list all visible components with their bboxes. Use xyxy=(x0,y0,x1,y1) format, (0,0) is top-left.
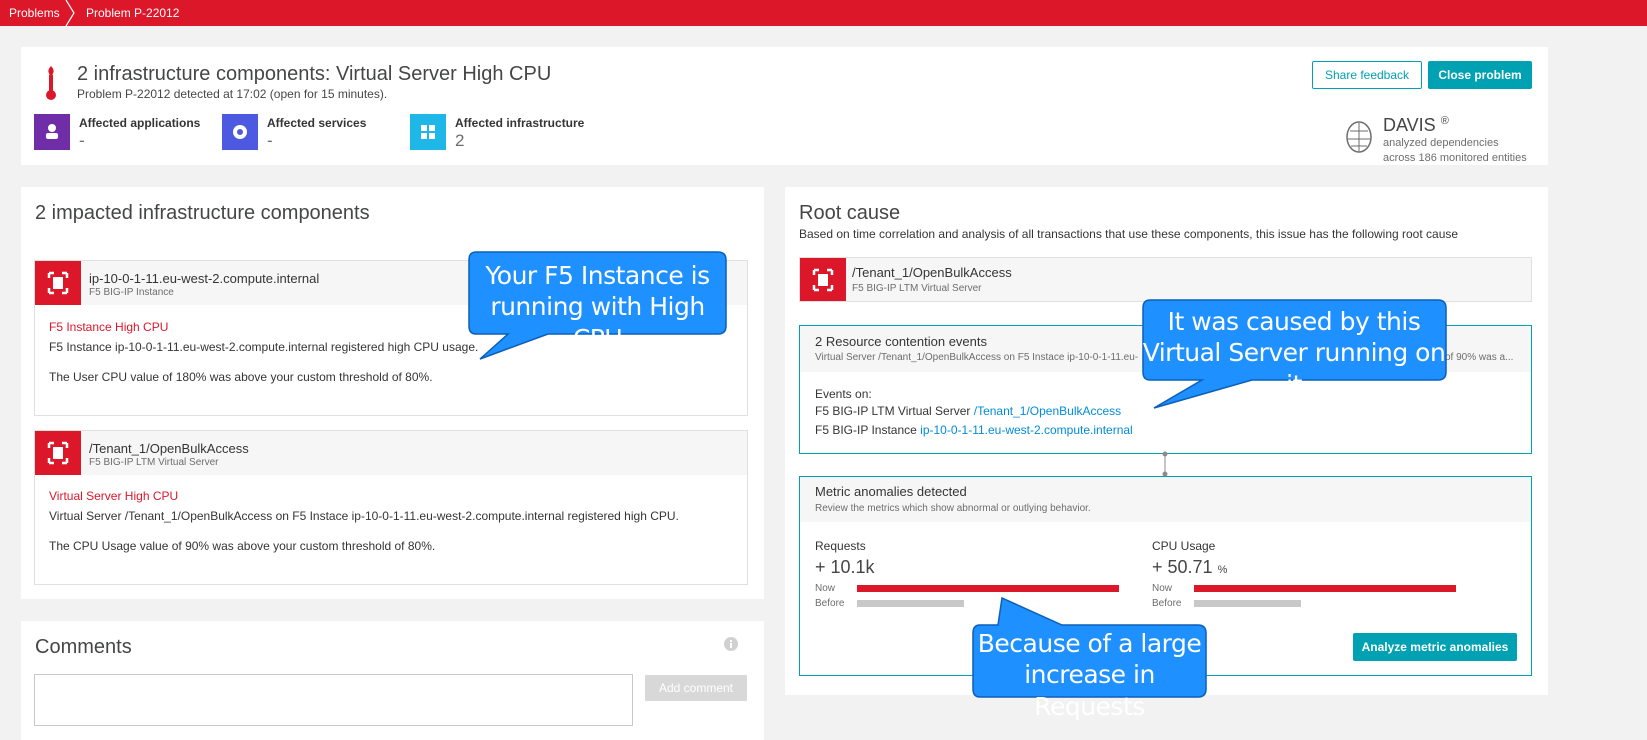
affected-infrastructure-value: 2 xyxy=(455,131,465,150)
breadcrumb: Problems Problem P-22012 xyxy=(0,0,1647,26)
root-cause-description: Based on time correlation and analysis o… xyxy=(799,227,1459,241)
card-entity-name[interactable]: ip-10-0-1-11.eu-west-2.compute.internal xyxy=(89,271,319,286)
card-event-title: Virtual Server High CPU xyxy=(49,489,179,503)
problem-subtitle: Problem P-22012 detected at 17:02 (open … xyxy=(77,87,388,101)
event-2-prefix: F5 BIG-IP Instance xyxy=(815,423,917,437)
callout-1-line2: running with High CPU xyxy=(490,292,705,353)
metric-cpu-now-label: Now xyxy=(1152,583,1173,594)
comments-title: Comments xyxy=(35,636,132,658)
affected-services-value: - xyxy=(267,131,273,150)
metric-requests-before-label: Before xyxy=(815,598,845,609)
metric-cpu-value: + 50.71 % xyxy=(1152,557,1228,577)
affected-applications-icon xyxy=(34,114,70,150)
callout-1-line1: Your F5 Instance is xyxy=(485,261,710,290)
metric-cpu-unit: % xyxy=(1217,564,1228,576)
thermometer-icon xyxy=(46,66,56,100)
metrics-subtitle: Review the metrics which show abnormal o… xyxy=(815,503,1091,514)
card-event-line2: The User CPU value of 180% was above you… xyxy=(49,370,433,384)
davis-line1: analyzed dependencies xyxy=(1383,137,1499,149)
root-cause-entity[interactable]: /Tenant_1/OpenBulkAccess F5 BIG-IP LTM V… xyxy=(799,257,1532,302)
card-entity-type: F5 BIG-IP Instance xyxy=(89,287,174,298)
event-1: F5 BIG-IP LTM Virtual Server /Tenant_1/O… xyxy=(815,404,1121,418)
davis-line2: across 186 monitored entities xyxy=(1383,152,1527,164)
metric-requests-value: + 10.1k xyxy=(815,557,875,577)
page-title: 2 infrastructure components: Virtual Ser… xyxy=(77,63,552,85)
events-subtitle-end: of 90% was a... xyxy=(1445,352,1514,363)
affected-applications-label: Affected applications xyxy=(79,116,201,130)
breadcrumb-current[interactable]: Problem P-22012 xyxy=(86,6,179,20)
metric-requests-now-label: Now xyxy=(815,583,836,594)
metric-cpu-before-bar xyxy=(1194,600,1301,607)
add-comment-button[interactable]: Add comment xyxy=(645,675,747,701)
events-on-label: Events on: xyxy=(815,387,872,401)
callout-2-line1: It was caused by this xyxy=(1167,307,1421,336)
callout-3-line2: increase in Requests xyxy=(1024,660,1155,721)
davis-name: DAVIS ® xyxy=(1383,115,1449,135)
card-event-line1: F5 Instance ip-10-0-1-11.eu-west-2.compu… xyxy=(49,340,479,354)
davis-registered-mark: ® xyxy=(1440,115,1449,127)
comments-panel: Comments Add comment xyxy=(21,621,764,740)
events-title: 2 Resource contention events xyxy=(815,334,987,349)
affected-infrastructure-icon xyxy=(410,114,446,150)
event-2-link[interactable]: ip-10-0-1-11.eu-west-2.compute.internal xyxy=(920,423,1133,437)
root-cause-entity-type: F5 BIG-IP LTM Virtual Server xyxy=(852,283,982,294)
impacted-panel: 2 impacted infrastructure components ip-… xyxy=(21,187,764,599)
affected-applications-value: - xyxy=(79,131,85,150)
events-subtitle: Virtual Server /Tenant_1/OpenBulkAccess … xyxy=(815,352,1139,363)
share-feedback-button[interactable]: Share feedback xyxy=(1312,61,1422,89)
callout-3-line1: Because of a large xyxy=(977,629,1202,658)
impacted-title: 2 impacted infrastructure components xyxy=(35,202,370,224)
card-entity-name[interactable]: /Tenant_1/OpenBulkAccess xyxy=(89,441,249,456)
metric-requests-now-bar xyxy=(857,585,1119,592)
root-cause-entity-name[interactable]: /Tenant_1/OpenBulkAccess xyxy=(852,265,1012,280)
affected-services-icon xyxy=(222,114,258,150)
f5-virtual-server-icon xyxy=(800,258,846,301)
event-2: F5 BIG-IP Instance ip-10-0-1-11.eu-west-… xyxy=(815,423,1133,437)
metric-cpu-now-bar xyxy=(1194,585,1456,592)
card-entity-type: F5 BIG-IP LTM Virtual Server xyxy=(89,457,219,468)
metric-cpu-label: CPU Usage xyxy=(1152,539,1216,553)
connector-line xyxy=(1162,451,1168,477)
davis-brain-icon xyxy=(1346,121,1372,153)
impacted-card-2[interactable]: /Tenant_1/OpenBulkAccess F5 BIG-IP LTM V… xyxy=(34,430,748,585)
root-cause-title: Root cause xyxy=(799,202,901,224)
callout-2-line2: Virtual Server running on it xyxy=(1142,338,1446,399)
info-icon[interactable] xyxy=(723,636,739,652)
breadcrumb-separator-icon xyxy=(65,0,75,26)
breadcrumb-problems[interactable]: Problems xyxy=(9,6,60,20)
card-event-line1: Virtual Server /Tenant_1/OpenBulkAccess … xyxy=(49,509,679,523)
metric-requests-label: Requests xyxy=(815,539,866,553)
event-1-link[interactable]: /Tenant_1/OpenBulkAccess xyxy=(974,404,1121,418)
comment-input[interactable] xyxy=(34,674,633,726)
affected-services-label: Affected services xyxy=(267,116,367,130)
affected-infrastructure-label: Affected infrastructure xyxy=(455,116,585,130)
event-1-prefix: F5 BIG-IP LTM Virtual Server xyxy=(815,404,971,418)
f5-instance-icon xyxy=(35,261,81,305)
card-event-line2: The CPU Usage value of 90% was above you… xyxy=(49,539,436,553)
problem-header: 2 infrastructure components: Virtual Ser… xyxy=(21,47,1548,165)
close-problem-button[interactable]: Close problem xyxy=(1428,61,1532,89)
f5-virtual-server-icon xyxy=(35,431,81,475)
card-event-title: F5 Instance High CPU xyxy=(49,320,169,334)
metrics-title: Metric anomalies detected xyxy=(815,484,967,499)
metric-requests-before-bar xyxy=(857,600,964,607)
analyze-metric-anomalies-button[interactable]: Analyze metric anomalies xyxy=(1353,633,1517,661)
